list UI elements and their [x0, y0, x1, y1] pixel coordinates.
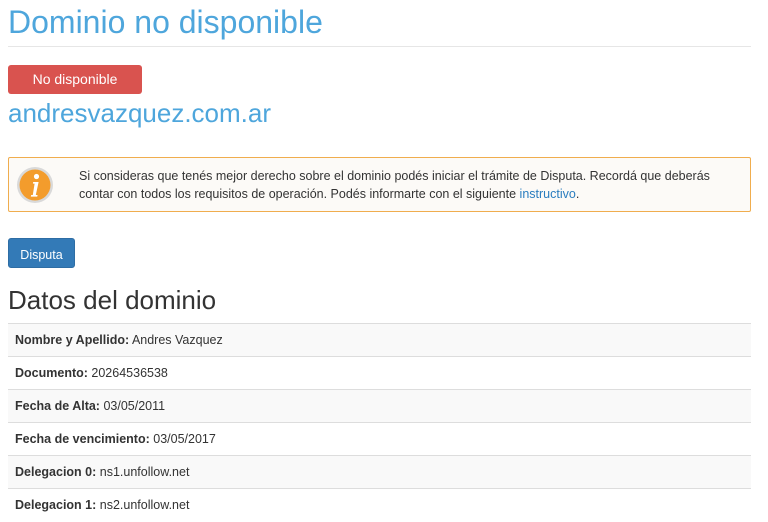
domain-name: andresvazquez.com.ar	[8, 98, 272, 128]
detail-row-delegacion-0: Delegacion 0: ns1.unfollow.net	[8, 455, 751, 488]
dispute-button[interactable]: Disputa	[8, 238, 75, 268]
detail-row-delegacion-1: Delegacion 1: ns2.unfollow.net	[8, 488, 751, 521]
detail-label: Documento:	[15, 366, 88, 380]
dispute-info-alert: Si consideras que tenés mejor derecho so…	[8, 157, 751, 212]
alert-text-before: Si consideras que tenés mejor derecho so…	[79, 169, 710, 201]
title-divider	[8, 46, 751, 47]
detail-value: Andres Vazquez	[131, 333, 223, 347]
detail-row-documento: Documento: 20264536538	[8, 356, 751, 389]
info-icon	[16, 166, 54, 204]
detail-label: Fecha de Alta:	[15, 399, 100, 413]
status-badge: No disponible	[8, 65, 142, 94]
domain-details-table: Nombre y Apellido: Andres Vazquez Docume…	[8, 323, 751, 521]
detail-value: 03/05/2011	[103, 399, 166, 413]
section-title: Datos del dominio	[8, 285, 217, 315]
detail-label: Fecha de vencimiento:	[15, 432, 150, 446]
detail-value: 20264536538	[91, 366, 168, 380]
alert-text-after: .	[575, 187, 580, 201]
detail-row-fecha-alta: Fecha de Alta: 03/05/2011	[8, 389, 751, 422]
detail-row-fecha-vencimiento: Fecha de vencimiento: 03/05/2017	[8, 422, 751, 455]
instructivo-link[interactable]: instructivo	[520, 187, 576, 201]
detail-value: 03/05/2017	[153, 432, 216, 446]
detail-label: Nombre y Apellido:	[15, 333, 130, 347]
detail-row-nombre: Nombre y Apellido: Andres Vazquez	[8, 323, 751, 356]
detail-value: ns2.unfollow.net	[99, 498, 190, 512]
alert-message: Si consideras que tenés mejor derecho so…	[79, 167, 741, 203]
detail-label: Delegacion 1:	[15, 498, 97, 512]
detail-value: ns1.unfollow.net	[99, 465, 190, 479]
page-title: Dominio no disponible	[8, 4, 323, 40]
detail-label: Delegacion 0:	[15, 465, 97, 479]
